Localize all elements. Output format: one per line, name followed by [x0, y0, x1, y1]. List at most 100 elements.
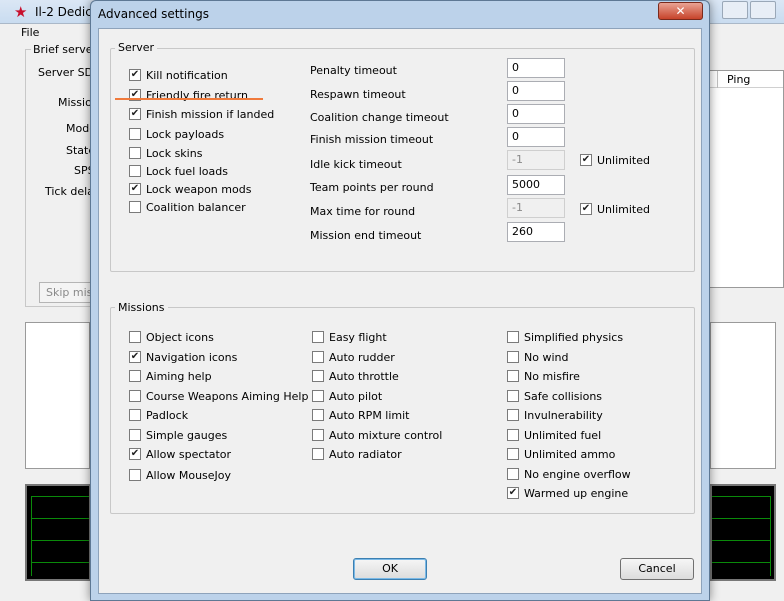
lock-skins-checkbox[interactable]: Lock skins	[129, 145, 202, 161]
team-points-per-round-field[interactable]: 5000	[507, 175, 565, 195]
max-time-for-round-field[interactable]: -1	[507, 198, 565, 218]
ping-column-header[interactable]: Ping	[727, 73, 750, 86]
idle-kick-unlimited-checkbox[interactable]: Unlimited	[580, 152, 650, 168]
checkbox-box	[507, 370, 519, 382]
max-time-for-round-label: Max time for round	[310, 205, 416, 218]
mission-end-timeout-label: Mission end timeout	[310, 229, 422, 242]
kill-notification-checkbox[interactable]: Kill notification	[129, 67, 228, 83]
column-separator	[717, 71, 718, 88]
simplified-physics-checkbox[interactable]: Simplified physics	[507, 329, 623, 345]
checkbox-label: Lock payloads	[146, 127, 225, 141]
checkbox-box	[129, 128, 141, 140]
checkbox-box	[129, 165, 141, 177]
main-window-controls	[722, 1, 776, 19]
missions-group-title: Missions	[115, 301, 168, 314]
cancel-button[interactable]: Cancel	[620, 558, 694, 580]
auto-rpm-limit-checkbox[interactable]: Auto RPM limit	[312, 407, 410, 423]
auto-rudder-checkbox[interactable]: Auto rudder	[312, 349, 395, 365]
unlimited-fuel-checkbox[interactable]: Unlimited fuel	[507, 427, 601, 443]
mission-end-timeout-field[interactable]: 260	[507, 222, 565, 242]
allow-mousejoy-checkbox[interactable]: Allow MouseJoy	[129, 467, 231, 483]
warmed-up-engine-checkbox[interactable]: Warmed up engine	[507, 485, 628, 501]
finish-mission-if-landed-checkbox[interactable]: Finish mission if landed	[129, 106, 274, 122]
checkbox-box	[312, 351, 324, 363]
object-icons-checkbox[interactable]: Object icons	[129, 329, 214, 345]
checkbox-box	[312, 370, 324, 382]
unlimited-ammo-checkbox[interactable]: Unlimited ammo	[507, 446, 615, 462]
auto-mixture-control-checkbox[interactable]: Auto mixture control	[312, 427, 442, 443]
checkbox-box	[507, 448, 519, 460]
checkbox-label: Lock fuel loads	[146, 164, 228, 178]
max-time-unlimited-checkbox[interactable]: Unlimited	[580, 201, 650, 217]
checkbox-label: Allow MouseJoy	[146, 468, 232, 482]
checkbox-box	[129, 429, 141, 441]
no-misfire-checkbox[interactable]: No misfire	[507, 368, 580, 384]
checkbox-label: Navigation icons	[146, 350, 238, 364]
simple-gauges-checkbox[interactable]: Simple gauges	[129, 427, 227, 443]
checkbox-label: Padlock	[146, 408, 189, 422]
coalition-change-timeout-field[interactable]: 0	[507, 104, 565, 124]
navigation-icons-checkbox[interactable]: Navigation icons	[129, 349, 237, 365]
course-weapons-aiming-help-checkbox[interactable]: Course Weapons Aiming Help	[129, 388, 308, 404]
checkbox-label: No engine overflow	[524, 467, 631, 481]
checkbox-box	[129, 370, 141, 382]
ok-button[interactable]: OK	[353, 558, 427, 580]
checkbox-label: Object icons	[146, 330, 214, 344]
checkbox-box	[129, 469, 141, 481]
lock-payloads-checkbox[interactable]: Lock payloads	[129, 126, 224, 142]
main-window-title: Il-2 Dedic	[35, 5, 92, 19]
allow-spectator-checkbox[interactable]: Allow spectator	[129, 446, 231, 462]
checkbox-label: Lock weapon mods	[146, 182, 252, 196]
server-group-title: Server	[115, 41, 158, 54]
minimize-button[interactable]	[722, 1, 748, 19]
coalition-balancer-checkbox[interactable]: Coalition balancer	[129, 199, 246, 215]
team-points-per-round-label: Team points per round	[310, 181, 434, 194]
auto-pilot-checkbox[interactable]: Auto pilot	[312, 388, 382, 404]
players-list[interactable]: Ping	[708, 70, 784, 288]
checkbox-box	[129, 108, 141, 120]
lock-fuel-loads-checkbox[interactable]: Lock fuel loads	[129, 163, 228, 179]
checkbox-label: Auto throttle	[329, 369, 399, 383]
no-wind-checkbox[interactable]: No wind	[507, 349, 568, 365]
checkbox-label: Auto pilot	[329, 389, 383, 403]
checkbox-label: Easy flight	[329, 330, 387, 344]
brief-server-title: Brief server	[31, 43, 100, 56]
checkbox-label: Coalition balancer	[146, 200, 246, 214]
checkbox-label: Aiming help	[146, 369, 212, 383]
checkbox-label: Unlimited	[597, 153, 650, 167]
dialog-title: Advanced settings	[98, 7, 209, 21]
checkbox-label: Finish mission if landed	[146, 107, 275, 121]
idle-kick-timeout-field[interactable]: -1	[507, 150, 565, 170]
auto-radiator-checkbox[interactable]: Auto radiator	[312, 446, 402, 462]
graph-line	[31, 496, 89, 497]
performance-graph-left	[25, 484, 91, 581]
penalty-timeout-field[interactable]: 0	[507, 58, 565, 78]
checkbox-label: Lock skins	[146, 146, 203, 160]
friendly-fire-return-checkbox[interactable]: Friendly fire return	[129, 87, 248, 103]
finish-mission-timeout-field[interactable]: 0	[507, 127, 565, 147]
safe-collisions-checkbox[interactable]: Safe collisions	[507, 388, 602, 404]
log-panel-right[interactable]	[710, 322, 776, 469]
close-button[interactable]: ✕	[658, 2, 703, 20]
checkbox-box	[129, 448, 141, 460]
menu-file[interactable]: File	[21, 26, 39, 39]
lock-weapon-mods-checkbox[interactable]: Lock weapon mods	[129, 181, 251, 197]
checkbox-box	[129, 183, 141, 195]
easy-flight-checkbox[interactable]: Easy flight	[312, 329, 387, 345]
log-panel[interactable]	[25, 322, 90, 469]
checkbox-box	[580, 154, 592, 166]
graph-line	[31, 540, 89, 541]
checkbox-label: No wind	[524, 350, 569, 364]
checkbox-box	[129, 351, 141, 363]
padlock-checkbox[interactable]: Padlock	[129, 407, 188, 423]
graph-line	[712, 496, 770, 497]
aiming-help-checkbox[interactable]: Aiming help	[129, 368, 212, 384]
no-engine-overflow-checkbox[interactable]: No engine overflow	[507, 466, 631, 482]
checkbox-box	[312, 390, 324, 402]
checkbox-box	[312, 409, 324, 421]
maximize-button[interactable]	[750, 1, 776, 19]
respawn-timeout-field[interactable]: 0	[507, 81, 565, 101]
checkbox-label: Unlimited	[597, 202, 650, 216]
invulnerability-checkbox[interactable]: Invulnerability	[507, 407, 603, 423]
auto-throttle-checkbox[interactable]: Auto throttle	[312, 368, 399, 384]
